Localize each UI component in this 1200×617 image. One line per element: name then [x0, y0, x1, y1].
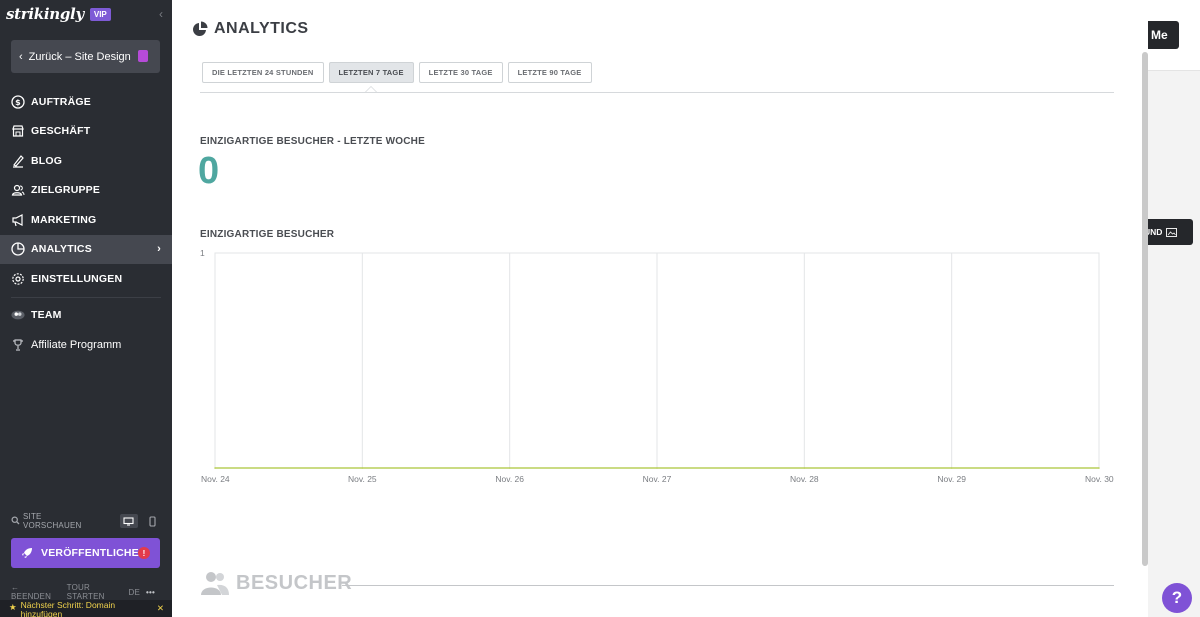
audience-icon [11, 183, 25, 197]
exit-link[interactable]: ← BEENDEN [11, 583, 61, 601]
rocket-icon [21, 547, 33, 559]
sidebar-item-label: Affiliate Programm [31, 338, 122, 351]
site-preview-label[interactable]: SITE VORSCHAUEN [23, 512, 100, 530]
sidebar-item-geschaeft[interactable]: GESCHÄFT [0, 117, 172, 147]
desktop-preview-button[interactable] [120, 514, 138, 528]
language-link[interactable]: DE [128, 588, 140, 597]
chart-x-tick-label: Nov. 24 [201, 474, 230, 484]
chart-data-point [508, 467, 511, 469]
site-design-icon [138, 50, 148, 62]
trophy-icon [11, 338, 25, 352]
back-to-site-design-button[interactable]: ‹ Zurück – Site Design [11, 40, 160, 73]
sidebar-item-affiliate[interactable]: Affiliate Programm [0, 330, 172, 360]
more-icon[interactable]: ••• [146, 588, 155, 597]
chevron-left-icon: ‹ [19, 50, 23, 63]
chart-x-tick-label: Nov. 30 [1085, 474, 1114, 484]
gear-icon [11, 272, 25, 286]
chart-data-point [950, 467, 953, 469]
dollar-circle-icon: $ [11, 95, 25, 109]
bottom-links: ← BEENDEN TOUR STARTEN DE ••• [11, 583, 161, 601]
sidebar-item-blog[interactable]: BLOG [0, 146, 172, 176]
chevron-right-icon: › [157, 242, 161, 255]
editor-background [1148, 0, 1200, 617]
sidebar-item-label: EINSTELLUNGEN [31, 272, 123, 285]
chart-x-tick-label: Nov. 27 [643, 474, 672, 484]
sidebar-item-marketing[interactable]: MARKETING [0, 205, 172, 235]
brand[interactable]: strikingly VIP [6, 5, 111, 23]
analytics-panel: ANALYTICS DIE LETZTEN 24 STUNDEN LETZTEN… [172, 0, 1148, 617]
chart-data-point [803, 467, 806, 469]
vip-badge: VIP [89, 7, 111, 21]
chart-data-point [361, 467, 364, 469]
sidebar-item-label: MARKETING [31, 213, 97, 226]
chart-x-tick-label: Nov. 25 [348, 474, 377, 484]
sidebar-item-auftraege[interactable]: $ AUFTRÄGE [0, 87, 172, 117]
sidebar-divider [11, 296, 161, 298]
panel-scrollbar[interactable] [1142, 52, 1148, 566]
sidebar-nav: $ AUFTRÄGE GESCHÄFT BLOG ZIELGRUPPE MARK… [0, 87, 172, 360]
pen-icon [11, 154, 25, 168]
site-preview-row: SITE VORSCHAUEN [11, 512, 161, 530]
chart-data-point [214, 467, 216, 469]
collapse-sidebar-icon[interactable]: ‹ [159, 7, 163, 21]
tour-link[interactable]: TOUR STARTEN [67, 583, 123, 601]
search-icon [11, 516, 20, 527]
sidebar: strikingly VIP ‹ ‹ Zurück – Site Design … [0, 0, 172, 617]
chart-data-point [656, 467, 658, 469]
unique-visitors-chart: Nov. 24 Nov. 25 Nov. 26 Nov. 27 Nov. 28 Nov. … [200, 248, 1114, 484]
team-icon [11, 308, 25, 322]
desktop-icon [123, 516, 134, 526]
sidebar-item-zielgruppe[interactable]: ZIELGRUPPE [0, 176, 172, 206]
mobile-preview-button[interactable] [144, 514, 161, 528]
visitors-title: BESUCHER [236, 571, 353, 594]
chart-y-tick-label: 1 [200, 248, 205, 258]
sidebar-item-label: ZIELGRUPPE [31, 184, 101, 197]
megaphone-icon [11, 213, 25, 227]
image-icon [1166, 227, 1178, 237]
sidebar-item-label: ANALYTICS [31, 243, 92, 256]
star-icon: ★ [9, 602, 17, 612]
chart-x-tick-label: Nov. 28 [790, 474, 819, 484]
chart-x-tick-label: Nov. 29 [937, 474, 966, 484]
next-step-label: Nächster Schritt: Domain hinzufügen [20, 600, 116, 617]
shop-icon [11, 124, 25, 138]
publish-warning-badge: ! [138, 547, 150, 559]
editor-background-button[interactable]: Me [1143, 21, 1179, 49]
help-button[interactable]: ? [1162, 583, 1192, 613]
chart-x-tick-label: Nov. 26 [495, 474, 524, 484]
sidebar-item-label: AUFTRÄGE [31, 95, 91, 108]
brand-logo: strikingly [6, 5, 84, 23]
visitors-section-header: BESUCHER [200, 570, 352, 596]
visitors-divider [342, 585, 1114, 586]
sidebar-item-analytics[interactable]: ANALYTICS › [0, 234, 172, 264]
publish-button[interactable]: VERÖFFENTLICHEN ! [11, 538, 160, 568]
users-icon [200, 570, 230, 596]
sidebar-item-label: TEAM [31, 309, 62, 322]
sidebar-item-team[interactable]: TEAM [0, 301, 172, 331]
mobile-icon [149, 515, 156, 527]
close-icon[interactable]: ✕ [157, 604, 164, 613]
chart-data-point [1098, 467, 1100, 469]
next-step-banner[interactable]: ★ Nächster Schritt: Domain hinzufügen ✕ [0, 600, 172, 617]
sidebar-item-label: BLOG [31, 154, 63, 167]
svg-text:$: $ [15, 98, 21, 107]
sidebar-item-einstellungen[interactable]: EINSTELLUNGEN [0, 264, 172, 294]
sidebar-item-label: GESCHÄFT [31, 125, 91, 138]
back-button-label: Zurück – Site Design [28, 50, 131, 63]
pie-chart-icon [11, 242, 25, 256]
publish-label: VERÖFFENTLICHEN [41, 547, 147, 559]
